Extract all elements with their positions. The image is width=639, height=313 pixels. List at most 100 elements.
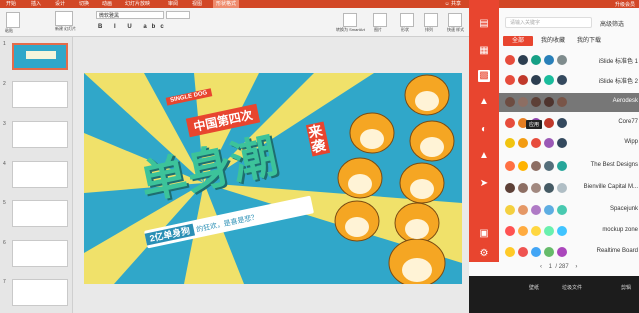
- color-swatch: [544, 247, 554, 257]
- palette-row[interactable]: mockup zone: [499, 222, 639, 241]
- panel-top-bar: 升级会员: [499, 0, 639, 8]
- tab-review[interactable]: 审阅: [168, 0, 178, 8]
- paste-label: 粘贴: [5, 28, 13, 33]
- color-library-icon[interactable]: ▩: [478, 70, 490, 82]
- arrange-icon[interactable]: [424, 13, 438, 27]
- filter-tab-favorites[interactable]: 我的收藏: [541, 36, 565, 46]
- paste-icon[interactable]: [6, 12, 20, 28]
- upgrade-member-label[interactable]: 升级会员: [615, 1, 635, 8]
- palette-row-hovered[interactable]: Aerodesk: [499, 93, 639, 112]
- icon-library-icon[interactable]: ◐: [478, 124, 490, 136]
- search-input[interactable]: 请输入关键字: [505, 17, 592, 28]
- color-swatch: [531, 226, 541, 236]
- color-swatch: [557, 205, 567, 215]
- picture-label: 图片: [374, 27, 382, 32]
- rocket-icon[interactable]: ➤: [478, 178, 490, 190]
- pagination: ‹ 1 / 287 ›: [540, 264, 578, 270]
- color-swatch: [531, 205, 541, 215]
- dock-item-clip[interactable]: 剪辑: [621, 284, 631, 291]
- arrange-label: 排列: [425, 27, 433, 32]
- slide-thumbnail-1[interactable]: [12, 43, 68, 70]
- thumbnail-number: 7: [3, 279, 6, 285]
- color-swatch: [531, 161, 541, 171]
- ribbon-tabs: 开始 插入 设计 切换 动画 幻灯片放映 审阅 视图 形状格式 ☺ 共享: [0, 0, 469, 8]
- font-size-input[interactable]: [166, 11, 190, 19]
- share-label: 共享: [450, 1, 461, 7]
- tab-design[interactable]: 设计: [55, 0, 65, 8]
- palette-name: Wipp: [624, 139, 638, 145]
- palette-row[interactable]: Spacejunk: [499, 201, 639, 220]
- next-page-button[interactable]: ›: [575, 264, 577, 270]
- advanced-filter-button[interactable]: 高级筛选: [600, 19, 624, 28]
- color-swatch: [544, 97, 554, 107]
- shape-icon[interactable]: [400, 13, 414, 27]
- color-swatch: [505, 138, 515, 148]
- slide-thumbnail-6[interactable]: [12, 240, 68, 267]
- color-swatch: [505, 205, 515, 215]
- tab-insert[interactable]: 插入: [31, 0, 41, 8]
- shape-label: 形状: [401, 27, 409, 32]
- palette-row[interactable]: Bienville Capital M...: [499, 179, 639, 198]
- prev-page-button[interactable]: ‹: [540, 264, 542, 270]
- palette-name: Core77: [618, 119, 638, 125]
- tab-home[interactable]: 开始: [6, 0, 16, 8]
- color-swatch: [557, 226, 567, 236]
- layout-icon[interactable]: ▦: [478, 45, 490, 57]
- tab-view[interactable]: 视图: [192, 0, 202, 8]
- share-button[interactable]: ☺ 共享: [444, 0, 461, 8]
- color-swatch: [505, 247, 515, 257]
- chart-icon[interactable]: ▲: [478, 150, 490, 162]
- new-slide-icon[interactable]: [55, 11, 73, 26]
- tab-animation[interactable]: 动画: [102, 0, 112, 8]
- palette-row[interactable]: Core77: [499, 114, 639, 133]
- tab-shape-format[interactable]: 形状格式: [213, 0, 240, 8]
- color-swatch: [505, 55, 515, 65]
- color-swatch: [505, 183, 515, 193]
- palette-row[interactable]: iSlide 标准色 1: [499, 51, 639, 70]
- color-swatch: [557, 138, 567, 148]
- slide-thumbnail-3[interactable]: [12, 121, 68, 148]
- slide-thumbnail-2[interactable]: [12, 81, 68, 108]
- color-swatch: [518, 247, 528, 257]
- color-swatch: [505, 97, 515, 107]
- text-format-buttons[interactable]: B I U abc: [98, 24, 169, 30]
- diagram-icon[interactable]: ▲: [478, 96, 490, 108]
- tab-transition[interactable]: 切换: [79, 0, 89, 8]
- color-swatch: [518, 226, 528, 236]
- color-swatch: [531, 75, 541, 85]
- color-swatch: [518, 161, 528, 171]
- palette-row[interactable]: Realtime Board: [499, 243, 639, 262]
- smartart-icon[interactable]: [343, 13, 357, 27]
- dock-item-junk-files[interactable]: 垃圾文件: [562, 284, 582, 291]
- palette-name: Aerodesk: [612, 98, 638, 104]
- apply-tooltip: 应用: [526, 120, 543, 129]
- palette-name: iSlide 标准色 2: [598, 79, 638, 85]
- color-swatch: [518, 97, 528, 107]
- filter-tab-downloads[interactable]: 我的下载: [577, 36, 601, 46]
- dock-item-wallpaper[interactable]: 壁纸: [529, 284, 539, 291]
- color-swatch: [544, 118, 554, 128]
- settings-icon[interactable]: ⚙: [478, 248, 490, 260]
- color-swatch: [557, 97, 567, 107]
- theme-icon[interactable]: ▤: [478, 18, 490, 30]
- slide-canvas[interactable]: SINGLE DOG 中国第四次 单身潮 来袭 2亿单身狗 的狂欢，是喜是悲？: [84, 73, 462, 284]
- color-swatch: [557, 247, 567, 257]
- tab-slideshow[interactable]: 幻灯片放映: [125, 0, 150, 8]
- palette-name: Spacejunk: [609, 206, 638, 212]
- tools-icon[interactable]: ▣: [478, 228, 490, 240]
- filter-tab-all[interactable]: 全部: [503, 36, 534, 46]
- palette-row[interactable]: iSlide 标准色 2: [499, 71, 639, 90]
- quick-style-icon[interactable]: [448, 13, 462, 27]
- color-swatch: [518, 55, 528, 65]
- color-swatch: [505, 75, 515, 85]
- slide-thumbnail-7[interactable]: [12, 279, 68, 306]
- slide-thumbnail-4[interactable]: [12, 161, 68, 188]
- current-page[interactable]: 1: [549, 264, 552, 270]
- color-swatch: [531, 55, 541, 65]
- palette-row[interactable]: Wipp: [499, 134, 639, 153]
- picture-icon[interactable]: [373, 13, 387, 27]
- palette-row[interactable]: The Best Designs: [499, 157, 639, 176]
- slide-thumbnail-5[interactable]: [12, 200, 68, 227]
- font-name-input[interactable]: 微软雅黑: [96, 11, 164, 19]
- new-slide-label: 新建 幻灯片: [55, 26, 77, 31]
